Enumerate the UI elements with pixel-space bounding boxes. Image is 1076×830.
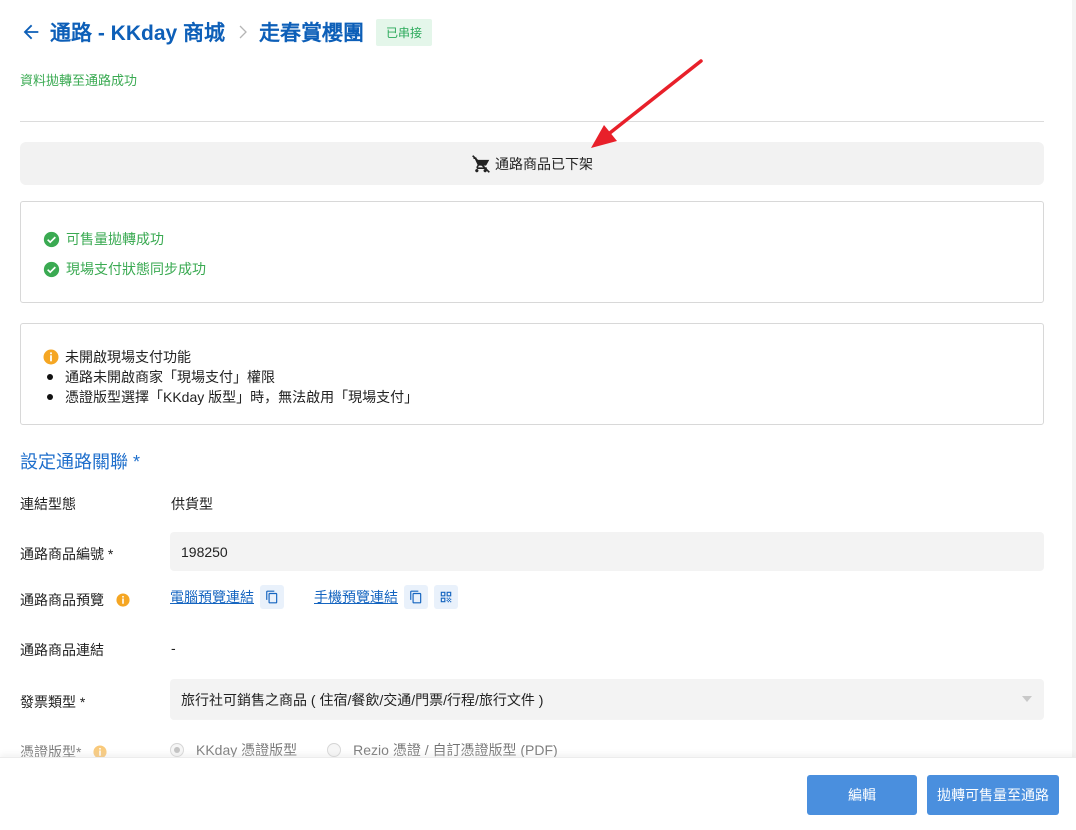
desktop-preview-link[interactable]: 電腦預覽連結: [170, 587, 254, 607]
section-title: 設定通路關聯 *: [20, 452, 141, 472]
bullet-dot: [47, 374, 53, 380]
status-text: 可售量拋轉成功: [66, 231, 164, 247]
invoice-type-select[interactable]: 旅行社可銷售之商品 ( 住宿/餐飲/交通/門票/行程/旅行文件 ): [170, 679, 1044, 720]
qr-code-button[interactable]: [434, 585, 458, 609]
mobile-preview-link[interactable]: 手機預覽連結: [314, 587, 398, 607]
product-id-value: 198250: [181, 543, 228, 560]
preview-label: 通路商品預覽: [20, 592, 104, 608]
radio-kkday-voucher[interactable]: [170, 743, 184, 757]
status-item-onsite-payment: 現場支付狀態同步成功: [43, 259, 206, 279]
page-content: 通路 - KKday 商城 走春賞櫻團 已串接 資料拋轉至通路成功 通路商品已下…: [0, 0, 1076, 760]
page-header: 通路 - KKday 商城 走春賞櫻團 已串接: [20, 14, 433, 50]
product-link-label: 通路商品連結: [20, 642, 104, 658]
check-circle-icon: [43, 231, 60, 247]
delisted-label: 通路商品已下架: [495, 155, 593, 172]
link-type-label: 連結型態: [20, 496, 76, 512]
copy-icon: [410, 590, 422, 604]
preview-links: 電腦預覽連結 手機預覽連結: [170, 585, 458, 609]
check-circle-icon: [43, 261, 60, 277]
page-title: 走春賞櫻團: [259, 22, 365, 45]
invoice-type-value: 旅行社可銷售之商品 ( 住宿/餐飲/交通/門票/行程/旅行文件 ): [181, 691, 544, 708]
divider: [20, 121, 1044, 122]
status-item-inventory: 可售量拋轉成功: [43, 229, 164, 249]
product-link-value: -: [171, 640, 176, 656]
remove-shopping-cart-icon: [472, 154, 490, 173]
info-icon: [43, 349, 59, 365]
status-badge: 已串接: [376, 18, 433, 46]
notice-box: 未開啟現場支付功能 通路未開啟商家「現場支付」權限 憑證版型選擇「KKday 版…: [20, 323, 1044, 425]
copy-desktop-link-button[interactable]: [260, 585, 284, 609]
chevron-right-icon: [239, 25, 247, 39]
invoice-type-label: 發票類型 *: [20, 694, 86, 710]
status-text: 現場支付狀態同步成功: [66, 261, 206, 277]
notice-bullet-text: 通路未開啟商家「現場支付」權限: [65, 369, 275, 385]
edit-button[interactable]: 編輯: [807, 775, 917, 815]
notice-bullet-text: 憑證版型選擇「KKday 版型」時，無法啟用「現場支付」: [65, 389, 419, 405]
sync-status-box: 可售量拋轉成功 現場支付狀態同步成功: [20, 201, 1044, 303]
notice-bullet: 通路未開啟商家「現場支付」權限: [47, 367, 275, 387]
radio-rezio-voucher[interactable]: [327, 743, 342, 757]
preview-label-row: 通路商品預覽: [20, 590, 130, 610]
sync-inventory-button[interactable]: 拋轉可售量至通路: [927, 775, 1059, 815]
copy-icon: [266, 590, 278, 604]
delisted-button[interactable]: 通路商品已下架: [20, 142, 1044, 185]
notice-title: 未開啟現場支付功能: [43, 347, 191, 367]
product-id-label: 通路商品編號 *: [20, 546, 114, 562]
product-id-field[interactable]: 198250: [170, 532, 1044, 571]
notice-bullet: 憑證版型選擇「KKday 版型」時，無法啟用「現場支付」: [47, 387, 418, 407]
scrollbar[interactable]: [1072, 0, 1076, 757]
footer-action-bar: 編輯 拋轉可售量至通路: [0, 757, 1076, 830]
bullet-dot: [47, 394, 53, 400]
breadcrumb-channel[interactable]: 通路 - KKday 商城: [50, 17, 225, 47]
link-type-value: 供貨型: [171, 496, 213, 512]
back-arrow-icon[interactable]: [20, 21, 42, 43]
sync-success-message: 資料拋轉至通路成功: [20, 73, 138, 88]
notice-title-text: 未開啟現場支付功能: [65, 349, 191, 365]
info-icon[interactable]: [116, 593, 130, 607]
dropdown-caret-icon: [1022, 696, 1032, 702]
qr-code-icon: [440, 591, 452, 603]
copy-mobile-link-button[interactable]: [404, 585, 428, 609]
